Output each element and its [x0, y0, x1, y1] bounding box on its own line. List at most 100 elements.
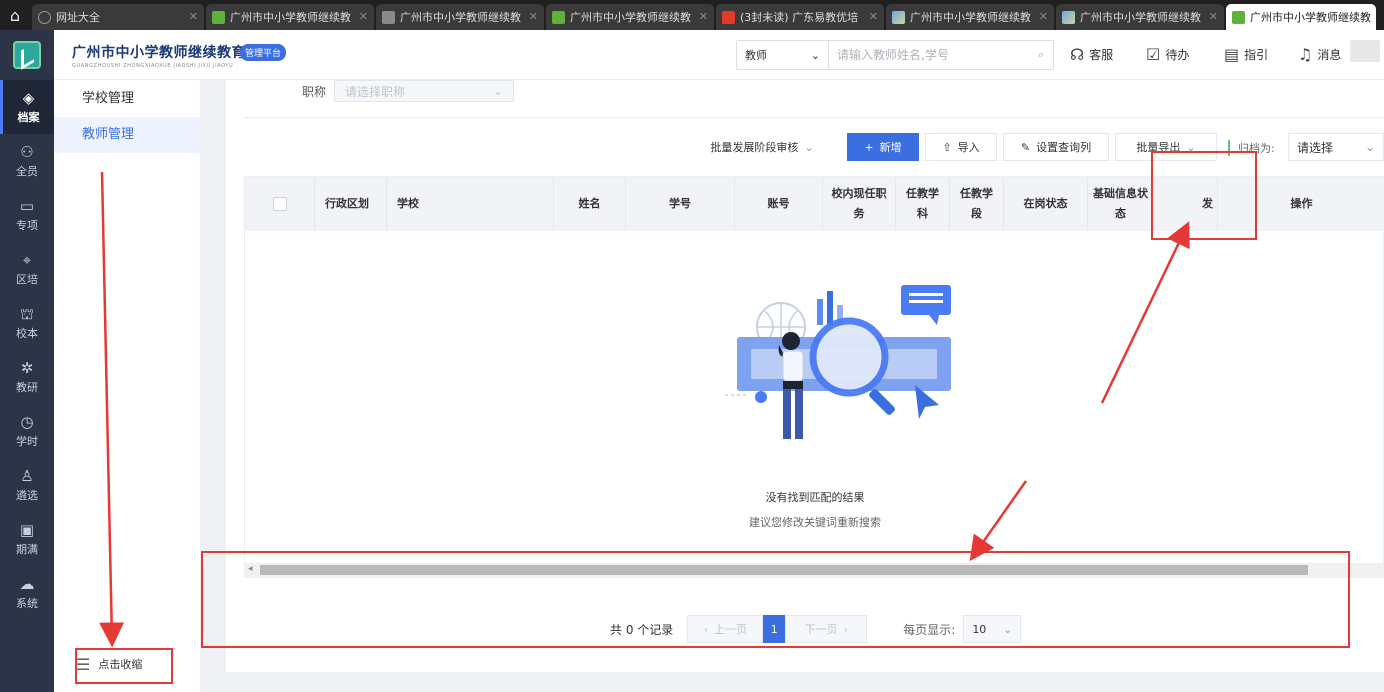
browser-tab[interactable]: 广州市中小学教师继续教 ✕	[376, 4, 544, 30]
select-all-cell	[245, 177, 315, 231]
upload-icon: ⇧	[942, 140, 952, 154]
close-icon[interactable]: ✕	[869, 10, 878, 23]
nav-item-archive[interactable]: ◈ 档案	[0, 80, 54, 134]
todo-link[interactable]: ☑ 待办	[1146, 45, 1189, 64]
nav-item-research[interactable]: ✲ 教研	[0, 350, 54, 404]
select-all-checkbox[interactable]	[272, 197, 287, 211]
title-select[interactable]: 请选择职称 ⌄	[334, 80, 515, 102]
avatar[interactable]	[1350, 40, 1380, 62]
app-logo[interactable]	[0, 30, 54, 80]
headset-icon: ☊	[1070, 45, 1085, 64]
close-icon[interactable]: ✕	[359, 10, 368, 23]
browser-tab[interactable]: 广州市中小学教师继续教 ✕	[1056, 4, 1224, 30]
nav-label: 校本	[16, 327, 38, 340]
nav-label: 档案	[17, 111, 40, 124]
pen-icon: ✎	[1020, 140, 1031, 154]
nav-item-school-based[interactable]: ⛫ 校本	[0, 296, 54, 350]
import-button[interactable]: ⇧ 导入	[925, 133, 997, 161]
messages-link[interactable]: ♫ 消息	[1298, 45, 1341, 64]
nav-label: 全员	[16, 165, 38, 178]
photo-icon	[892, 10, 905, 24]
nav-label: 遴选	[16, 489, 38, 502]
nav-label: 专项	[16, 219, 38, 232]
nav-label: 学时	[16, 435, 38, 448]
nav-item-all-staff[interactable]: ⚇ 全员	[0, 134, 54, 188]
title-select-placeholder: 请选择职称	[345, 84, 406, 99]
site-subtitle: GUANGZHOUSHI ZHONGXIAOXUE JIAOSHI JIXU J…	[72, 63, 234, 69]
nav-item-system[interactable]: ☁ 系统	[0, 566, 54, 620]
bell-icon: ♫	[1298, 45, 1313, 64]
set-query-columns-button[interactable]: ✎ 设置查询列	[1003, 133, 1109, 161]
close-icon[interactable]: ✕	[1209, 10, 1218, 23]
title-filter: 职称 请选择职称 ⌄	[302, 80, 515, 102]
search-input[interactable]	[829, 41, 1029, 69]
nav-item-selection[interactable]: ♙ 遴选	[0, 458, 54, 512]
browser-tab-active[interactable]: 广州市中小学教师继续教	[1226, 4, 1376, 30]
select-person-icon: ♙	[20, 467, 34, 485]
map-pin-icon: ⌖	[22, 251, 32, 269]
secondary-sidebar: 学校管理 教师管理 ☰ 点击收缩	[54, 80, 200, 692]
browser-tab[interactable]: 广州市中小学教师继续教 ✕	[886, 4, 1054, 30]
tab-label: 广州市中小学教师继续教	[1250, 11, 1371, 24]
top-header: 广州市中小学教师继续教育网 GUANGZHOUSHI ZHONGXIAOXUE …	[54, 30, 1384, 80]
tab-label: 广州市中小学教师继续教	[570, 11, 691, 24]
column-header[interactable]: 行政区划	[315, 177, 387, 231]
column-header[interactable]: 任教学科	[896, 177, 950, 231]
nav-item-expiry[interactable]: ▣ 期满	[0, 512, 54, 566]
tab-label: 广州市中小学教师继续教	[230, 11, 351, 24]
nav-label: 期满	[16, 543, 38, 556]
subnav-item-teacher-management[interactable]: 教师管理	[54, 117, 200, 153]
nav-item-special[interactable]: ▭ 专项	[0, 188, 54, 242]
guide-link[interactable]: ▤ 指引	[1224, 45, 1268, 64]
batch-review-label: 批量发展阶段审核	[710, 141, 799, 154]
search-type-value: 教师	[745, 49, 767, 62]
archive-select-value: 请选择	[1297, 140, 1334, 155]
column-header[interactable]: 在岗状态	[1004, 177, 1088, 231]
nav-item-district-training[interactable]: ⌖ 区培	[0, 242, 54, 296]
subnav-item-school-management[interactable]: 学校管理	[54, 81, 200, 117]
brand[interactable]: 广州市中小学教师继续教育网 GUANGZHOUSHI ZHONGXIAOXUE …	[72, 42, 261, 69]
chevron-down-icon: ⌄	[804, 140, 814, 154]
no-results-illustration	[725, 285, 951, 439]
platform-badge: 管理平台	[240, 44, 287, 61]
browser-tab[interactable]: 广州市中小学教师继续教 ✕	[546, 4, 714, 30]
close-icon[interactable]: ✕	[1039, 10, 1048, 23]
site-logo-icon	[1232, 10, 1245, 24]
customer-service-label: 客服	[1089, 48, 1114, 62]
tab-label: 广州市中小学教师继续教	[910, 11, 1031, 24]
chevron-down-icon: ⌄	[810, 48, 820, 62]
todo-label: 待办	[1165, 48, 1190, 62]
column-header[interactable]: 基础信息状态	[1088, 177, 1154, 231]
browser-tab[interactable]: 广州市中小学教师继续教 ✕	[206, 4, 374, 30]
annotation-box-collapse	[75, 648, 173, 684]
add-button[interactable]: + 新增	[847, 133, 919, 161]
archive-select[interactable]: 请选择 ⌄	[1288, 133, 1384, 161]
set-columns-label: 设置查询列	[1036, 141, 1092, 154]
column-header[interactable]: 校内现任职务	[823, 177, 896, 231]
column-header[interactable]: 任教学段	[950, 177, 1004, 231]
nav-item-hours[interactable]: ◷ 学时	[0, 404, 54, 458]
search-bar: 教师 ⌄ ⌕	[736, 40, 1054, 70]
close-icon[interactable]: ✕	[529, 10, 538, 23]
tab-label: 广州市中小学教师继续教	[1080, 11, 1201, 24]
annotation-box-scrollbar	[201, 551, 1350, 648]
batch-stage-review-dropdown[interactable]: 批量发展阶段审核 ⌄	[700, 133, 824, 161]
browser-tab[interactable]: (3封未读) 广东易教优培 ✕	[716, 4, 884, 30]
customer-service-link[interactable]: ☊ 客服	[1070, 45, 1113, 64]
close-icon[interactable]: ✕	[699, 10, 708, 23]
column-header[interactable]: 学号	[626, 177, 735, 231]
column-header[interactable]: 学校	[387, 177, 554, 231]
home-icon[interactable]: ⌂	[0, 0, 30, 30]
users-icon: ⚇	[20, 143, 34, 161]
search-icon[interactable]: ⌕	[1029, 41, 1053, 69]
empty-state-subtitle: 建议您修改关键词重新搜索	[749, 516, 881, 529]
browser-tab[interactable]: 网址大全 ✕	[32, 4, 204, 30]
close-icon[interactable]: ✕	[189, 10, 198, 23]
column-header[interactable]: 账号	[735, 177, 823, 231]
search-type-select[interactable]: 教师 ⌄	[737, 41, 829, 69]
import-label: 导入	[957, 141, 980, 154]
chevron-down-icon: ⌄	[1364, 140, 1375, 154]
clock-icon: ◷	[20, 413, 34, 431]
globe-icon	[38, 10, 51, 24]
column-header[interactable]: 姓名	[554, 177, 626, 231]
